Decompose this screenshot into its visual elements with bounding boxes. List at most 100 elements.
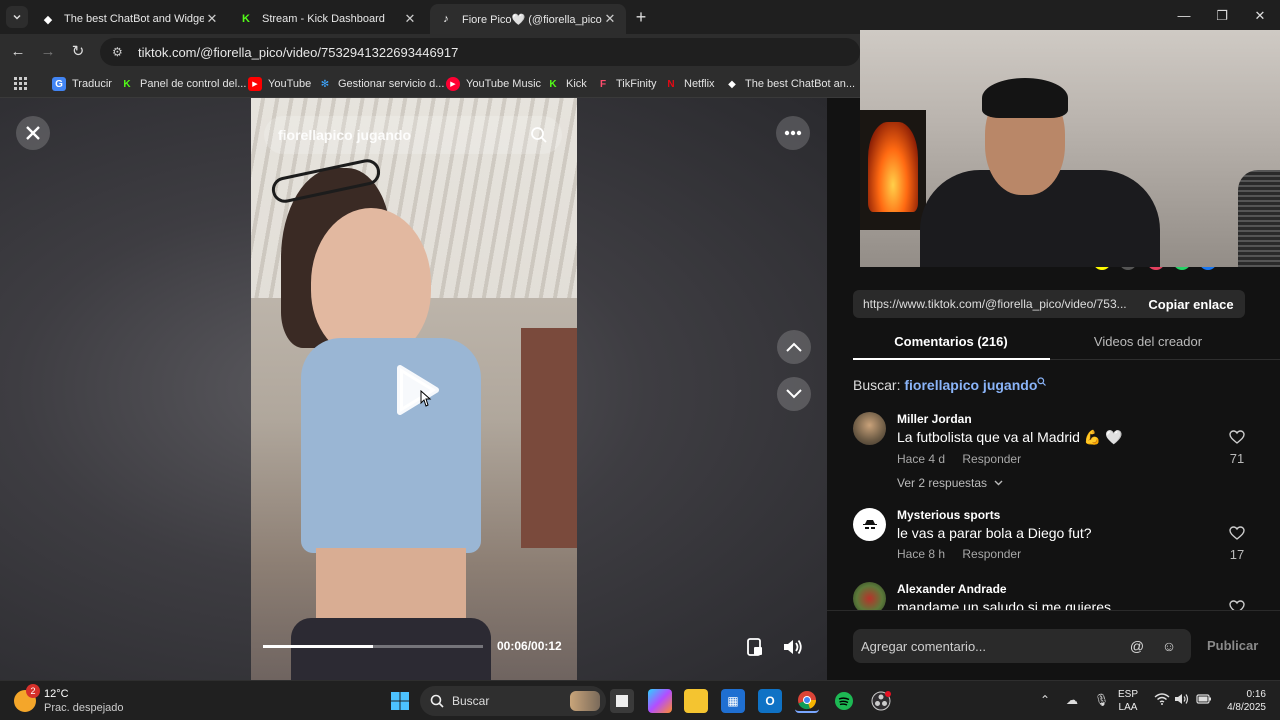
apps-grid-icon[interactable] xyxy=(14,75,28,93)
bookmark-youtube[interactable]: ▶ YouTube xyxy=(248,75,311,93)
kick-logo-icon: K xyxy=(242,13,250,25)
comment-username[interactable]: Miller Jordan xyxy=(897,412,1217,426)
bookmark-label: TikFinity xyxy=(616,78,657,90)
volume-icon[interactable] xyxy=(782,637,804,657)
video-player-area: fiorellapico jugando 00:06/00:12 xyxy=(0,98,827,680)
spotify-icon[interactable] xyxy=(832,689,856,713)
tab-creator-videos[interactable]: Videos del creador xyxy=(1050,334,1246,349)
tab-tiktok[interactable]: ♪ Fiore Pico🤍 (@fiorella_pico) | ✕ xyxy=(430,4,626,34)
wifi-icon[interactable] xyxy=(1154,693,1170,708)
publish-button[interactable]: Publicar xyxy=(1207,638,1258,653)
bookmark-chatbot[interactable]: ◆ The best ChatBot an... xyxy=(725,75,855,93)
back-button[interactable]: ← xyxy=(8,42,28,62)
outlook-icon[interactable]: O xyxy=(758,689,782,713)
tab-kick-dashboard[interactable]: K Stream - Kick Dashboard ✕ xyxy=(230,4,426,34)
comment-username[interactable]: Mysterious sports xyxy=(897,508,1217,522)
tab-search-menu-button[interactable] xyxy=(6,6,28,28)
bookmark-kick[interactable]: K Kick xyxy=(546,75,586,93)
address-bar[interactable]: ⚙ tiktok.com/@fiorella_pico/video/753294… xyxy=(100,38,860,66)
chevron-down-icon xyxy=(786,389,802,399)
minimize-button[interactable]: — xyxy=(1174,8,1194,23)
windows-taskbar: 2 12°C Prac. despejado Buscar ▦ O ⌃ ☁ 🎙 … xyxy=(0,680,1280,720)
comment-placeholder[interactable]: Agregar comentario... xyxy=(861,639,1127,654)
file-explorer-icon[interactable] xyxy=(684,689,708,713)
reply-button[interactable]: Responder xyxy=(962,547,1021,561)
mysterious-logo-icon xyxy=(862,519,877,529)
microphone-icon[interactable]: 🎙 xyxy=(1094,693,1109,707)
video-progress-bar[interactable] xyxy=(263,645,483,648)
webcam-scene-microphone xyxy=(1238,170,1280,267)
comment-time: Hace 4 d xyxy=(897,452,946,466)
kick-logo-icon: K xyxy=(549,78,557,90)
window-close-button[interactable]: ✕ xyxy=(1250,8,1270,24)
emoji-icon[interactable]: ☺ xyxy=(1159,638,1179,654)
input-language[interactable]: ESP LAA xyxy=(1118,688,1138,714)
tab-comments[interactable]: Comentarios (216) xyxy=(853,334,1049,349)
active-tab-indicator xyxy=(853,358,1050,360)
new-tab-button[interactable]: + xyxy=(632,8,650,26)
video-search-bar[interactable]: fiorellapico jugando xyxy=(264,116,562,154)
comment-item: Alexander Andrade mandame un saludo si m… xyxy=(853,582,1253,612)
store-icon[interactable]: ▦ xyxy=(721,689,745,713)
search-term-link[interactable]: fiorellapico jugando xyxy=(904,377,1037,393)
close-icon[interactable]: ✕ xyxy=(602,11,618,27)
bookmark-netflix[interactable]: N Netflix xyxy=(664,75,714,93)
bookmark-traducir[interactable]: G Traducir xyxy=(52,75,112,93)
onedrive-cloud-icon[interactable]: ☁ xyxy=(1066,693,1078,707)
clock-time: 0:16 xyxy=(1246,689,1266,700)
volume-icon[interactable] xyxy=(1174,693,1190,708)
avatar[interactable] xyxy=(853,508,886,541)
comment-composer: Agregar comentario... @ ☺ Publicar xyxy=(827,610,1280,680)
taskbar-search[interactable]: Buscar xyxy=(420,686,606,716)
like-button[interactable]: 17 xyxy=(1225,526,1249,562)
copy-link-button[interactable]: Copiar enlace xyxy=(1137,297,1245,312)
task-view-icon[interactable] xyxy=(610,689,634,713)
avatar[interactable] xyxy=(853,412,886,445)
reply-button[interactable]: Responder xyxy=(962,452,1021,466)
chrome-icon[interactable] xyxy=(795,689,819,713)
reload-button[interactable]: ↻ xyxy=(68,42,88,62)
windows-start-icon[interactable] xyxy=(388,689,412,713)
notification-badge: 2 xyxy=(26,684,40,698)
close-icon[interactable]: ✕ xyxy=(402,11,418,27)
tab-chatbot[interactable]: ◆ The best ChatBot and Widgets ✕ xyxy=(32,4,228,34)
video-search-query[interactable]: fiorellapico jugando xyxy=(278,127,530,143)
language-code: ESP xyxy=(1118,689,1139,700)
maximize-button[interactable]: ❐ xyxy=(1212,8,1232,24)
system-clock[interactable]: 0:16 4/8/2025 xyxy=(1218,688,1266,714)
search-icon[interactable] xyxy=(530,126,548,144)
tikfinity-icon: F xyxy=(599,78,607,90)
view-replies-button[interactable]: Ver 2 respuestas xyxy=(897,476,1217,490)
previous-video-button[interactable] xyxy=(777,330,811,364)
close-video-button[interactable] xyxy=(16,116,50,150)
show-hidden-icons-chevron-up-icon[interactable]: ⌃ xyxy=(1040,693,1050,707)
obs-icon[interactable] xyxy=(869,689,893,713)
comment-username[interactable]: Alexander Andrade xyxy=(897,582,1217,596)
floating-player-icon[interactable] xyxy=(746,637,764,657)
share-url[interactable]: https://www.tiktok.com/@fiorella_pico/vi… xyxy=(853,297,1137,311)
mention-icon[interactable]: @ xyxy=(1127,638,1147,654)
bookmark-youtube-music[interactable]: ▶ YouTube Music xyxy=(446,75,541,93)
weather-widget[interactable]: 2 12°C Prac. despejado xyxy=(14,684,124,717)
video-scene-face xyxy=(311,208,431,358)
more-options-button[interactable] xyxy=(776,116,810,150)
video-time: 00:06/00:12 xyxy=(497,639,562,653)
avatar[interactable] xyxy=(853,582,886,612)
like-count: 71 xyxy=(1229,451,1245,466)
comment-input[interactable]: Agregar comentario... @ ☺ xyxy=(853,629,1191,663)
comment-search-suggestion[interactable]: Buscar: fiorellapico jugando xyxy=(853,377,1047,393)
search-prefix: Buscar: xyxy=(853,377,901,393)
forward-button[interactable]: → xyxy=(38,42,58,62)
search-highlight-icon xyxy=(570,691,600,711)
webcam-overlay xyxy=(860,30,1280,267)
like-button[interactable]: 71 xyxy=(1225,430,1249,466)
battery-icon[interactable] xyxy=(1196,693,1212,708)
close-icon[interactable]: ✕ xyxy=(204,11,220,27)
bookmark-gestionar[interactable]: ✻ Gestionar servicio d... xyxy=(318,75,445,93)
bookmark-tikfinity[interactable]: F TikFinity xyxy=(596,75,657,93)
address-url[interactable]: tiktok.com/@fiorella_pico/video/75329413… xyxy=(138,45,458,60)
copilot-icon[interactable] xyxy=(648,689,672,713)
next-video-button[interactable] xyxy=(777,377,811,411)
bookmark-panel-control[interactable]: K Panel de control del... xyxy=(120,75,246,93)
site-info-icon[interactable]: ⚙ xyxy=(112,45,128,59)
